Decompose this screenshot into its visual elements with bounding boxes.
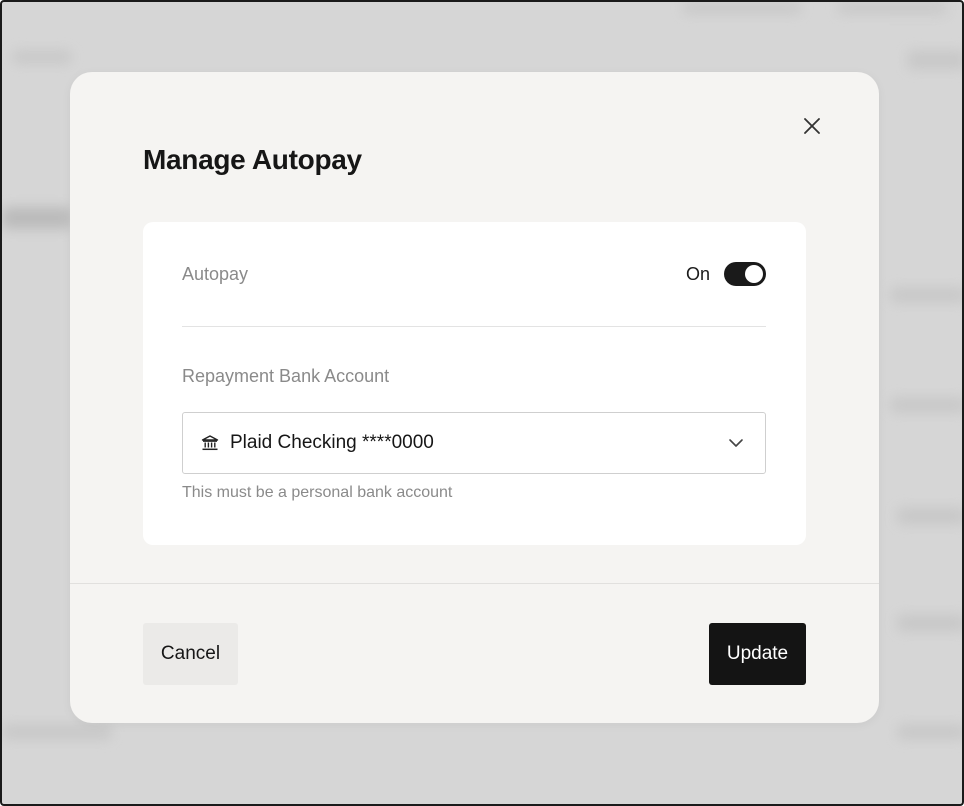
- background-content: [2, 724, 112, 740]
- background-content: [2, 207, 72, 229]
- autopay-toggle[interactable]: [724, 262, 766, 286]
- close-icon: [804, 118, 820, 134]
- manage-autopay-dialog: Manage Autopay Autopay On Repayment Bank…: [70, 72, 879, 723]
- footer-divider: [70, 583, 879, 584]
- background-content: [682, 2, 802, 14]
- helper-text: This must be a personal bank account: [182, 484, 453, 501]
- autopay-toggle-group: On: [686, 262, 766, 286]
- background-content: [897, 724, 962, 740]
- dialog-title: Manage Autopay: [143, 144, 362, 175]
- repayment-account-select[interactable]: Plaid Checking ****0000: [182, 412, 766, 474]
- cancel-button[interactable]: Cancel: [143, 623, 238, 685]
- background-content: [12, 50, 72, 64]
- section-divider: [182, 326, 766, 327]
- update-button[interactable]: Update: [709, 623, 806, 685]
- background-content: [890, 287, 962, 303]
- autopay-settings-card: Autopay On Repayment Bank Account Plaid …: [143, 222, 806, 545]
- background-content: [890, 397, 962, 413]
- background-content: [837, 2, 947, 14]
- autopay-state-text: On: [685, 263, 710, 284]
- background-content: [897, 614, 962, 632]
- autopay-row: Autopay On: [182, 262, 766, 286]
- chevron-down-icon: [727, 434, 745, 452]
- autopay-label: Autopay: [182, 263, 249, 284]
- toggle-knob: [745, 265, 763, 283]
- background-content: [907, 50, 962, 70]
- selected-bank-account: Plaid Checking ****0000: [230, 432, 434, 453]
- bank-icon: [201, 434, 219, 452]
- screen: Manage Autopay Autopay On Repayment Bank…: [0, 0, 964, 806]
- repayment-account-label: Repayment Bank Account: [182, 366, 390, 386]
- close-button[interactable]: [798, 112, 826, 140]
- background-content: [897, 507, 962, 525]
